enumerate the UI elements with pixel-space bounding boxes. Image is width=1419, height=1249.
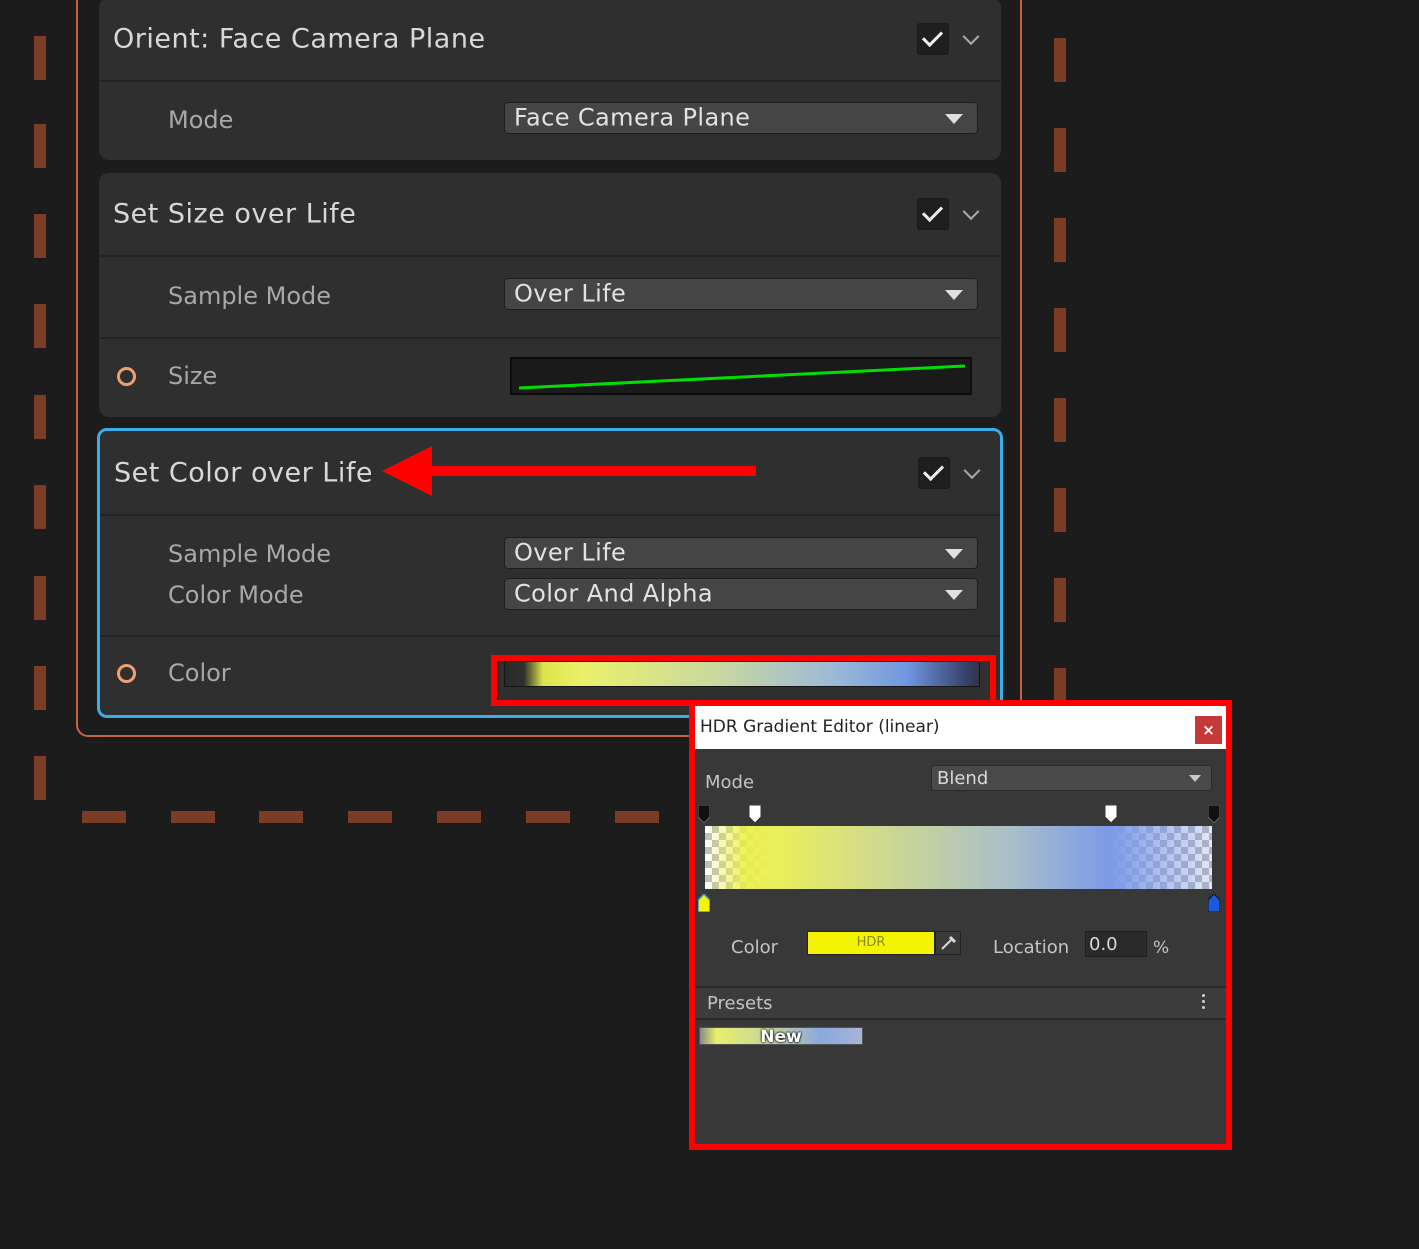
chevron-down-icon[interactable] xyxy=(963,461,981,479)
close-icon[interactable]: × xyxy=(1195,716,1222,744)
alpha-key-marker[interactable] xyxy=(1105,805,1117,823)
orient-mode-value: Face Camera Plane xyxy=(514,103,751,132)
editor-mode-label: Mode xyxy=(705,772,755,793)
alpha-key-marker[interactable] xyxy=(1208,805,1220,823)
editor-mode-dropdown[interactable]: Blend xyxy=(931,765,1212,791)
dash-segment xyxy=(34,576,46,620)
gradient-highlight-box xyxy=(491,655,996,706)
presets-header: Presets xyxy=(695,986,1226,1020)
more-options-icon[interactable] xyxy=(1202,994,1206,1012)
color-mode-value: Color And Alpha xyxy=(514,579,714,608)
dash-segment xyxy=(1054,38,1066,82)
color-mode-dropdown[interactable]: Color And Alpha xyxy=(504,578,978,610)
dash-segment xyxy=(1054,128,1066,172)
color-sample-mode-value: Over Life xyxy=(514,538,627,567)
hdr-badge: HDR xyxy=(856,935,886,950)
dash-segment xyxy=(34,36,46,80)
dropdown-arrow-icon xyxy=(945,549,963,559)
dropdown-arrow-icon xyxy=(945,290,963,300)
size-property-row: Size xyxy=(99,339,1001,417)
size-block-title: Set Size over Life xyxy=(113,198,357,230)
dash-segment xyxy=(82,811,126,823)
dash-segment xyxy=(1054,488,1066,532)
alpha-key-marker[interactable] xyxy=(698,805,710,823)
location-label: Location xyxy=(993,937,1070,958)
dash-segment xyxy=(34,666,46,710)
presets-label: Presets xyxy=(707,993,773,1014)
editor-mode-value: Blend xyxy=(937,768,989,789)
alpha-key-marker[interactable] xyxy=(749,805,761,823)
size-curve-line xyxy=(518,364,966,390)
orient-mode-label: Mode xyxy=(168,106,234,134)
dropdown-arrow-icon xyxy=(945,590,963,600)
dash-segment xyxy=(1054,398,1066,442)
gradient-editor-title: HDR Gradient Editor (linear) xyxy=(700,717,940,737)
dash-segment xyxy=(34,756,46,800)
orient-block-header[interactable]: Orient: Face Camera Plane xyxy=(99,0,1001,82)
color-settings-row: Sample Mode Over Life Color Mode Color A… xyxy=(100,516,1000,637)
eyedropper-icon[interactable] xyxy=(935,931,961,955)
preset-item[interactable]: New xyxy=(699,1027,863,1047)
dash-segment xyxy=(259,811,303,823)
dash-segment xyxy=(34,485,46,529)
gradient-editor-window: HDR Gradient Editor (linear) × Mode Blen… xyxy=(689,700,1232,1150)
chevron-down-icon[interactable] xyxy=(962,203,980,221)
location-unit: % xyxy=(1153,938,1170,958)
dash-segment xyxy=(34,304,46,348)
size-sample-mode-value: Over Life xyxy=(514,279,627,308)
key-color-swatch[interactable]: HDR xyxy=(807,931,935,955)
location-value: 0.0 xyxy=(1089,934,1118,955)
size-block[interactable]: Set Size over Life Sample Mode Over Life… xyxy=(99,173,1001,417)
color-mode-label: Color Mode xyxy=(168,581,304,609)
location-input[interactable]: 0.0 xyxy=(1085,931,1147,957)
color-sample-mode-label: Sample Mode xyxy=(168,540,332,568)
annotation-arrow-icon xyxy=(382,446,756,496)
size-label: Size xyxy=(168,362,218,390)
size-sample-mode-dropdown[interactable]: Over Life xyxy=(504,278,978,310)
size-sample-mode-row: Sample Mode Over Life xyxy=(99,257,1001,339)
color-sample-mode-dropdown[interactable]: Over Life xyxy=(504,537,978,569)
size-block-header[interactable]: Set Size over Life xyxy=(99,173,1001,257)
gradient-editor-titlebar[interactable]: HDR Gradient Editor (linear) × xyxy=(695,706,1226,749)
dash-segment xyxy=(34,214,46,258)
dash-segment xyxy=(348,811,392,823)
orient-mode-dropdown[interactable]: Face Camera Plane xyxy=(504,102,978,134)
preset-label: New xyxy=(760,1027,802,1047)
input-port-icon[interactable] xyxy=(117,664,136,683)
dash-segment xyxy=(526,811,570,823)
color-label: Color xyxy=(168,659,231,687)
input-port-icon[interactable] xyxy=(117,367,136,386)
gradient-preview-bar[interactable] xyxy=(705,826,1212,889)
orient-enable-checkbox[interactable] xyxy=(917,23,949,55)
dropdown-arrow-icon xyxy=(945,114,963,124)
dash-segment xyxy=(615,811,659,823)
color-key-marker[interactable] xyxy=(1208,894,1220,912)
size-curve-field[interactable] xyxy=(510,357,972,395)
orient-block[interactable]: Orient: Face Camera Plane Mode Face Came… xyxy=(99,0,1001,160)
dash-segment xyxy=(34,124,46,168)
dash-segment xyxy=(1054,308,1066,352)
dropdown-arrow-icon xyxy=(1189,775,1201,782)
color-key-marker[interactable] xyxy=(698,894,710,912)
size-enable-checkbox[interactable] xyxy=(917,198,949,230)
dash-segment xyxy=(437,811,481,823)
color-enable-checkbox[interactable] xyxy=(918,456,950,489)
size-sample-mode-label: Sample Mode xyxy=(168,282,332,310)
orient-block-title: Orient: Face Camera Plane xyxy=(113,23,486,55)
dash-segment xyxy=(1054,218,1066,262)
editor-color-label: Color xyxy=(731,937,778,958)
color-block-title: Set Color over Life xyxy=(114,457,373,488)
chevron-down-icon[interactable] xyxy=(962,28,980,46)
dash-segment xyxy=(1054,578,1066,622)
orient-mode-row: Mode Face Camera Plane xyxy=(99,82,1001,160)
dash-segment xyxy=(34,395,46,439)
dash-segment xyxy=(171,811,215,823)
